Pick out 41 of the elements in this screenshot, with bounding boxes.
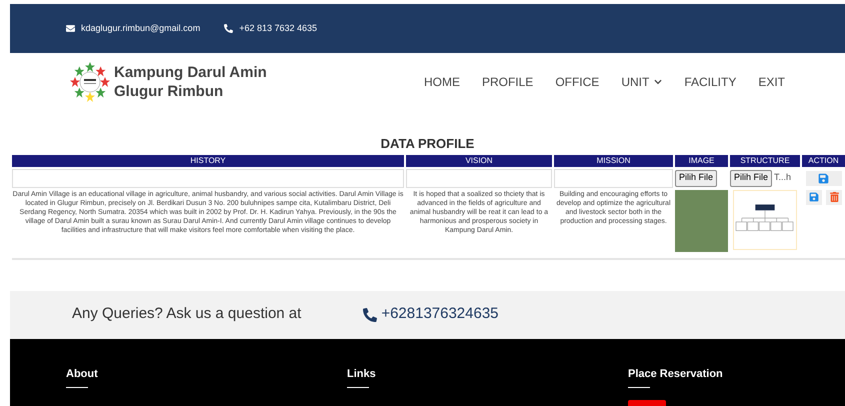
footer-heading: Links	[347, 366, 376, 382]
column-header: VISION	[406, 154, 552, 166]
file-name: T...h	[774, 171, 792, 184]
nav-link[interactable]: OFFICE	[555, 72, 600, 90]
phone-text: +62 813 7632 4635	[239, 22, 318, 35]
query-text: Any Queries? Ask us a question at	[72, 304, 302, 324]
column-header: ACTION	[802, 154, 845, 166]
caret-icon	[654, 78, 662, 86]
save-icon	[809, 192, 819, 202]
nav-link[interactable]: EXIT	[758, 72, 785, 90]
footer-heading: Place Reservation	[628, 366, 723, 382]
footer-heading: About	[66, 366, 98, 382]
text-field[interactable]	[554, 168, 673, 188]
save-button[interactable]	[806, 190, 822, 204]
save-icon	[818, 172, 829, 184]
trash-icon	[830, 192, 838, 202]
file-button[interactable]: Pilih File	[675, 170, 718, 186]
file-button[interactable]: Pilih File	[730, 170, 772, 186]
nav-link[interactable]: HOME	[424, 72, 460, 90]
email-text: kdaglugur.rimbun@gmail.com	[81, 22, 200, 35]
org-chart-thumbnail	[733, 190, 797, 250]
nav-link[interactable]: FACILITY	[684, 72, 736, 90]
column-header: IMAGE	[675, 154, 728, 166]
envelope-icon	[66, 24, 75, 33]
logo-icon	[70, 62, 110, 102]
photo-placeholder	[675, 190, 728, 252]
text-field[interactable]	[12, 168, 404, 188]
phone-icon	[363, 308, 378, 322]
text-field[interactable]	[406, 168, 552, 188]
column-header: HISTORY	[12, 154, 404, 166]
phone-icon	[224, 24, 234, 33]
query-phone: +6281376324635	[381, 304, 499, 324]
column-header: STRUCTURE	[730, 154, 800, 166]
nav-link[interactable]: UNIT	[621, 72, 662, 90]
brand-name[interactable]: Kampung Darul Amin	[114, 62, 267, 82]
delete-button[interactable]	[826, 190, 842, 204]
column-header: MISSION	[554, 154, 673, 166]
brand-name[interactable]: Glugur Rimbun	[114, 82, 267, 100]
save-button[interactable]	[806, 170, 842, 186]
nav-link[interactable]: PROFILE	[482, 72, 534, 90]
page-title: DATA PROFILE	[380, 135, 476, 153]
